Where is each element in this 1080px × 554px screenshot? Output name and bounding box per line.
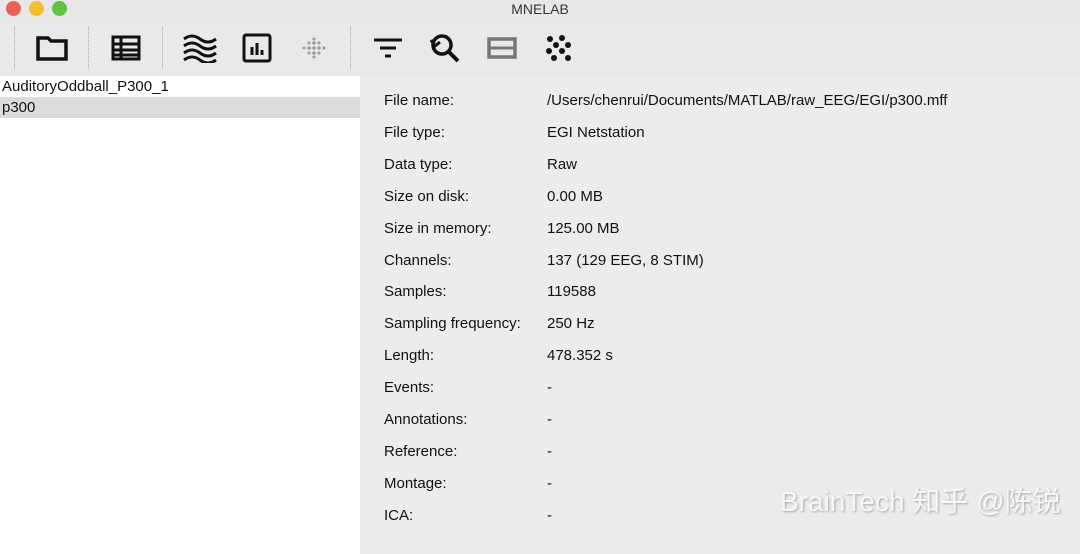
info-value: 0.00 MB (547, 187, 603, 205)
info-key: Sampling frequency: (384, 315, 521, 333)
info-key: Samples: (384, 283, 447, 301)
info-value: - (547, 474, 552, 492)
plot-montage-icon[interactable] (295, 29, 333, 67)
info-key: Annotations: (384, 411, 468, 428)
info-value: 250 Hz (547, 315, 595, 333)
close-button[interactable] (6, 1, 21, 16)
info-value: - (547, 506, 552, 524)
info-table-icon[interactable] (107, 29, 145, 67)
info-key: Channels: (384, 251, 452, 269)
psd-icon[interactable] (238, 29, 276, 67)
info-value: - (547, 379, 552, 397)
info-key: Data type: (384, 155, 453, 173)
ica-icon[interactable] (540, 29, 578, 67)
toolbar-separator (88, 27, 89, 69)
info-value: - (547, 442, 552, 460)
toolbar-separator (350, 27, 351, 69)
info-key: Size on disk: (384, 187, 470, 205)
info-value: /Users/chenrui/Documents/MATLAB/raw_EEG/… (547, 92, 948, 109)
dataset-item-selected[interactable]: p300 (0, 97, 360, 118)
info-key: File name: (384, 92, 455, 109)
plot-data-icon[interactable] (181, 29, 219, 67)
window-title: MNELAB (511, 1, 569, 17)
open-folder-icon[interactable] (33, 29, 71, 67)
toolbar-separator (14, 27, 15, 69)
info-value: - (547, 411, 552, 428)
toolbar (0, 20, 1080, 76)
info-key: Events: (384, 379, 435, 397)
info-value: 119588 (547, 283, 596, 301)
info-key: Montage: (384, 474, 447, 492)
dataset-list: AuditoryOddball_P300_1 p300 (0, 76, 360, 554)
minimize-button[interactable] (29, 1, 44, 16)
dataset-item[interactable]: AuditoryOddball_P300_1 (0, 76, 360, 97)
info-value: 478.352 s (547, 347, 613, 365)
watermark: BrainTech 知乎 @陈锐 (780, 486, 1061, 517)
info-key: Length: (384, 347, 435, 365)
find-events-icon[interactable] (426, 29, 464, 67)
info-value: Raw (547, 155, 578, 173)
info-value: 137 (129 EEG, 8 STIM) (547, 251, 704, 269)
info-key: Size in memory: (384, 219, 492, 237)
toolbar-separator (162, 27, 163, 69)
zoom-button[interactable] (52, 1, 67, 16)
info-key: Reference: (384, 442, 458, 460)
info-value: 125.00 MB (547, 219, 620, 237)
info-key: File type: (384, 123, 445, 141)
pick-channels-icon[interactable] (483, 29, 521, 67)
title-bar: MNELAB (0, 0, 1080, 20)
filter-icon[interactable] (369, 29, 407, 67)
info-key: ICA: (384, 506, 414, 524)
info-value: EGI Netstation (547, 123, 645, 141)
